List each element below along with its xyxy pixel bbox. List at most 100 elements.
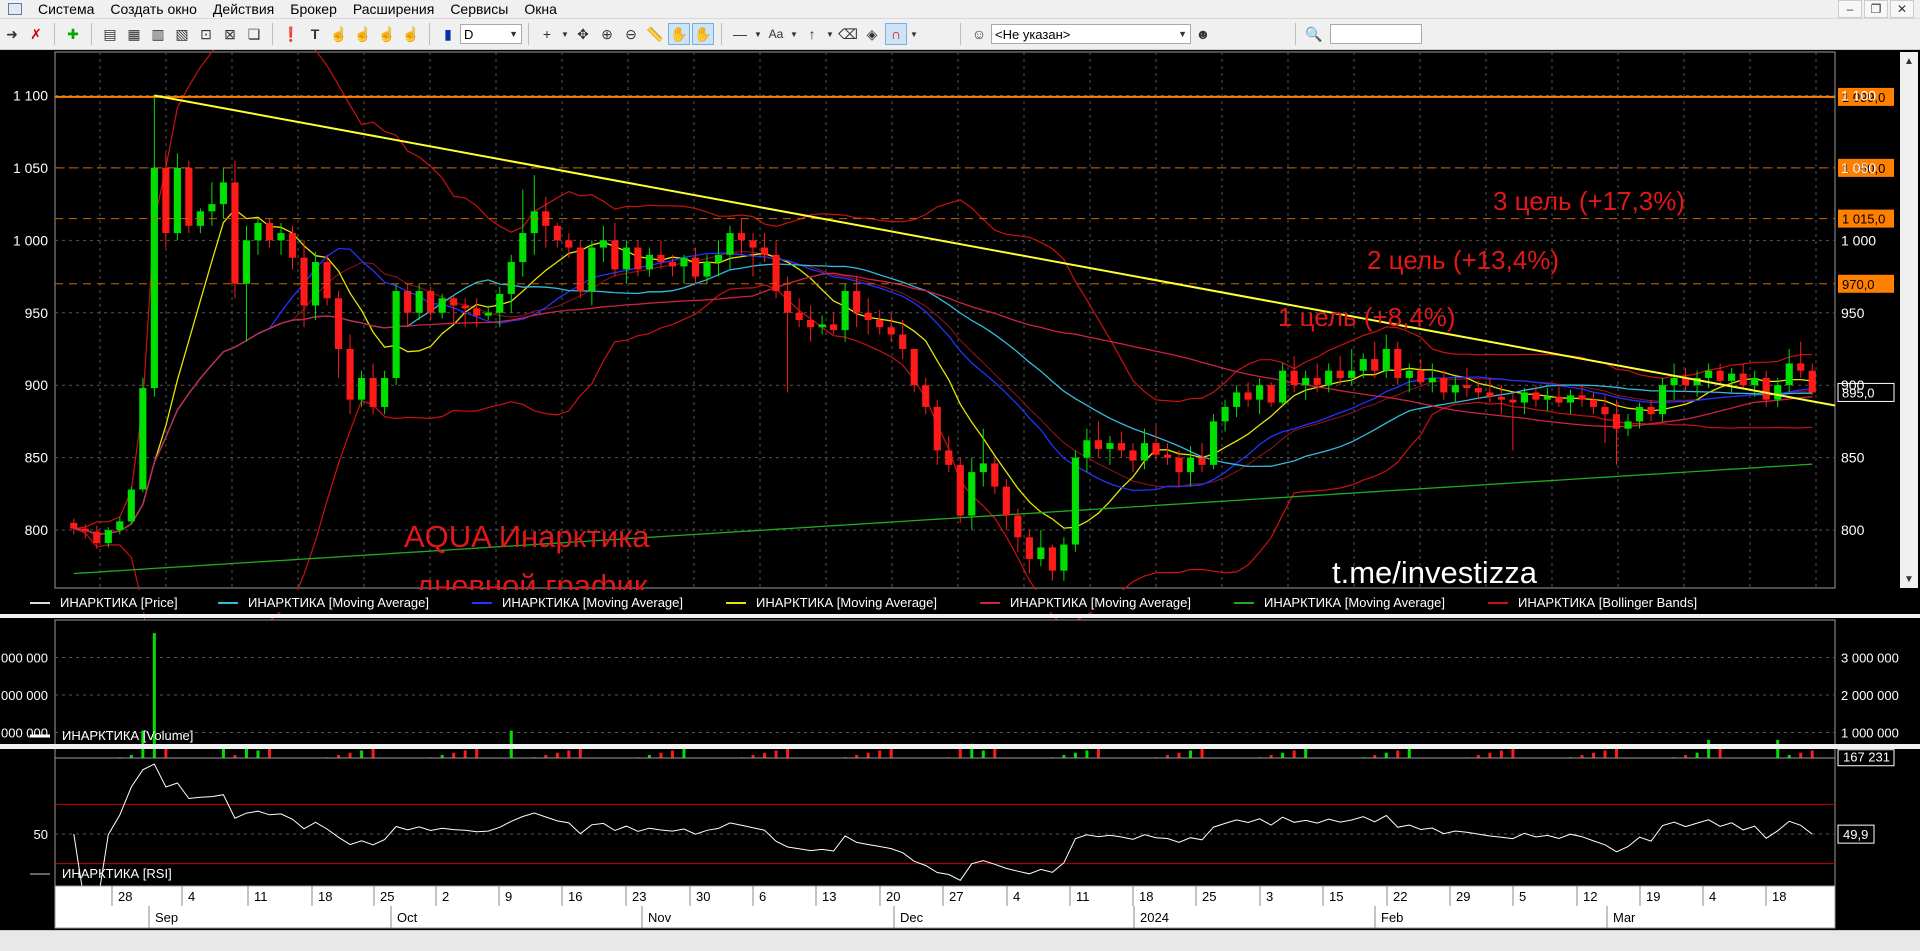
chart-svg[interactable]: 1 099,01 050,01 015,0970,0895,0 3 цель (… (0, 34, 1920, 930)
toolbar-separator (54, 23, 55, 45)
magnet-icon[interactable]: ∩ (885, 23, 907, 45)
window-zoom-icon[interactable]: ⊡ (195, 23, 217, 45)
chevron-down-icon: ▼ (1178, 29, 1187, 39)
date-day-label: 30 (696, 889, 710, 904)
window-trades-icon[interactable]: ▧ (171, 23, 193, 45)
window-copy-icon[interactable]: ❏ (243, 23, 265, 45)
menu-sozdat-okno[interactable]: Создать окно (102, 0, 205, 18)
candle-body (668, 262, 677, 267)
menu-sistema[interactable]: Система (30, 0, 102, 18)
price-axis-left: 1 100 1 050 1 000 950 900 850 800 (13, 87, 48, 538)
candle-body (496, 293, 504, 313)
menu-okna[interactable]: Окна (516, 0, 565, 18)
volume-bar (152, 633, 156, 770)
ruler-icon[interactable]: 📏 (644, 23, 666, 45)
candle-body (1221, 406, 1229, 422)
account-select[interactable]: <Не указан> ▼ (991, 24, 1191, 44)
candle-body (680, 257, 688, 267)
window-close-icon[interactable]: ⊠ (219, 23, 241, 45)
period-select[interactable]: D ▼ (460, 24, 522, 44)
candle-body (1014, 515, 1022, 538)
chevron-down-icon[interactable]: ▼ (825, 23, 835, 45)
zoom-in-icon[interactable]: ⊕ (596, 23, 618, 45)
chevron-down-icon[interactable]: ▼ (753, 23, 763, 45)
add-window-icon[interactable]: ✚ (62, 23, 84, 45)
disconnect-icon[interactable]: ✗ (25, 23, 47, 45)
candle-body (1797, 363, 1805, 371)
text-tool-icon[interactable]: T (304, 23, 326, 45)
toolbar-separator (528, 23, 529, 45)
restore-icon[interactable]: ❐ (1864, 0, 1888, 18)
candle-body (714, 254, 723, 263)
panel-splitter[interactable] (0, 744, 1920, 749)
font-size-icon[interactable]: Aa (765, 23, 787, 45)
candle-body (1405, 370, 1413, 378)
hand-3-icon[interactable]: ☝ (376, 23, 398, 45)
candle-body (703, 262, 711, 277)
candle-body (968, 472, 976, 516)
date-day-label: 23 (632, 889, 646, 904)
line-tool-icon[interactable]: ― (729, 23, 751, 45)
eraser-icon[interactable]: ⌫ (837, 23, 859, 45)
arrow-right-icon[interactable]: ➜ (1, 23, 23, 45)
candle-body (1739, 373, 1747, 386)
hand-4-icon[interactable]: ☝ (400, 23, 422, 45)
panel-splitter[interactable] (0, 614, 1920, 618)
candle-body (1463, 385, 1471, 389)
candle-body (830, 324, 838, 331)
window-quotes-icon[interactable]: ▤ (99, 23, 121, 45)
date-day-label: 4 (1709, 889, 1716, 904)
menu-broker[interactable]: Брокер (282, 0, 345, 18)
candle-body (784, 291, 792, 313)
candle-body (553, 225, 561, 241)
price-tick-left: 850 (25, 450, 49, 466)
window-orders-icon[interactable]: ▥ (147, 23, 169, 45)
rsi-last-tag-text: 49,9 (1843, 827, 1868, 842)
legend-ma-3: ИНАРКТИКА [Moving Average] (756, 595, 937, 610)
candle-body (1762, 377, 1770, 400)
menu-deistviya[interactable]: Действия (205, 0, 282, 18)
period-select-value: D (464, 26, 474, 42)
hand-2-icon[interactable]: ☝ (352, 23, 374, 45)
candle-body (438, 298, 446, 313)
search-input[interactable] (1330, 24, 1422, 44)
scroll-down-icon[interactable]: ▼ (1904, 574, 1914, 585)
legend-ma-5: ИНАРКТИКА [Moving Average] (1264, 595, 1445, 610)
pan-hand-icon[interactable]: ✋ (668, 23, 690, 45)
candle-body (1359, 359, 1367, 371)
candle-body (1774, 385, 1782, 400)
date-day-label: 28 (118, 889, 132, 904)
candle-body (208, 204, 216, 212)
grab-hand-icon[interactable]: ✋ (692, 23, 714, 45)
chevron-down-icon[interactable]: ▼ (560, 23, 570, 45)
menu-rasshireniya[interactable]: Расширения (345, 0, 442, 18)
user-icon[interactable]: ☺ (968, 23, 990, 45)
alert-icon[interactable]: ❗ (280, 23, 302, 45)
price-scrollbar[interactable]: ▲ ▼ (1900, 52, 1918, 588)
candle-body (841, 291, 849, 331)
minimize-icon[interactable]: – (1838, 0, 1862, 18)
move-icon[interactable]: ✥ (572, 23, 594, 45)
date-month-label: Feb (1381, 910, 1403, 925)
chevron-down-icon[interactable]: ▼ (909, 23, 919, 45)
zoom-out-icon[interactable]: ⊖ (620, 23, 642, 45)
close-icon[interactable]: ✕ (1890, 0, 1914, 18)
toolbar: ➜ ✗ ✚ ▤ ▦ ▥ ▧ ⊡ ⊠ ❏ ❗ T ☝ ☝ ☝ ☝ ▮ D ▼ + … (0, 19, 1920, 50)
chart-type-icon[interactable]: ▮ (437, 23, 459, 45)
user-search-icon[interactable]: ☻ (1192, 23, 1214, 45)
menu-servisy[interactable]: Сервисы (442, 0, 516, 18)
candle-body (956, 464, 964, 516)
hand-1-icon[interactable]: ☝ (328, 23, 350, 45)
candle-body (1186, 457, 1195, 473)
crosshair-icon[interactable]: + (536, 23, 558, 45)
layers-icon[interactable]: ◈ (861, 23, 883, 45)
window-chart-icon[interactable]: ▦ (123, 23, 145, 45)
chevron-down-icon[interactable]: ▼ (789, 23, 799, 45)
scroll-up-icon[interactable]: ▲ (1904, 56, 1914, 67)
arrow-up-icon[interactable]: ↑ (801, 23, 823, 45)
app-icon (8, 3, 22, 15)
candle-body (1071, 457, 1079, 545)
candle-body (1106, 443, 1114, 449)
search-icon[interactable]: 🔍 (1303, 23, 1325, 45)
price-panel[interactable] (54, 51, 1836, 589)
